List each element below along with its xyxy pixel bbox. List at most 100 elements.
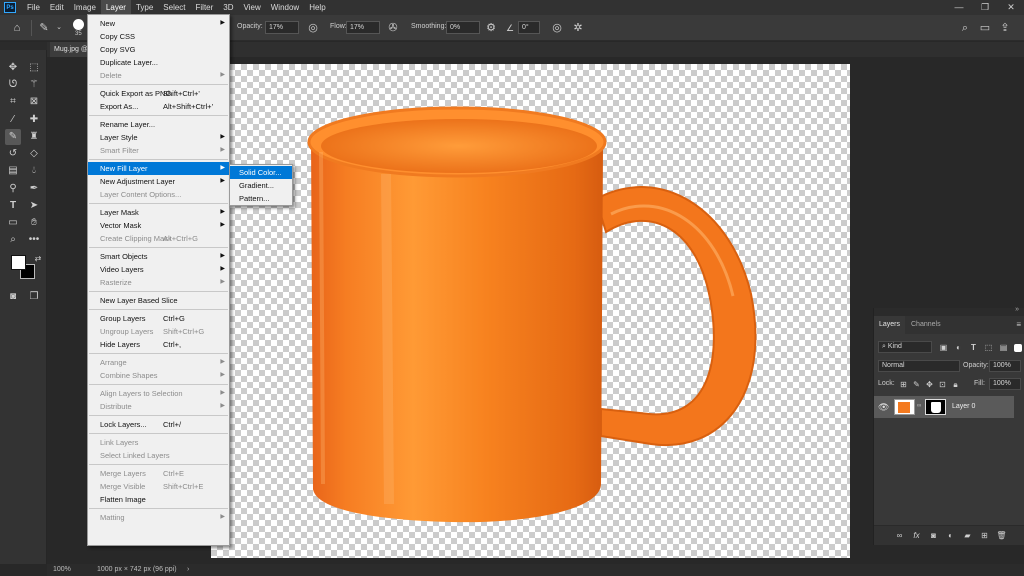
menu-item-smart-objects[interactable]: Smart Objects ▶ xyxy=(88,250,229,263)
lasso-tool-icon[interactable]: ᘎ xyxy=(5,77,21,93)
layer-thumbnail[interactable] xyxy=(894,399,915,415)
opacity-input[interactable]: 17% xyxy=(265,21,299,34)
menu-item-link-layers[interactable]: Link Layers xyxy=(88,436,229,449)
menu-item-vector-mask[interactable]: Vector Mask ▶ xyxy=(88,219,229,232)
close-icon[interactable]: ✕ xyxy=(998,0,1024,15)
history-brush-tool-icon[interactable]: ↺ xyxy=(5,146,21,162)
menu-item-matting[interactable]: Matting ▶ xyxy=(88,511,229,524)
menu-item-distribute[interactable]: Distribute ▶ xyxy=(88,400,229,413)
angle-input[interactable]: 0° xyxy=(518,21,540,34)
gradient-tool-icon[interactable]: ▤ xyxy=(5,163,21,179)
lock-all-icon[interactable]: 🔒︎ xyxy=(950,379,961,390)
menu-item-align-layers-to-selection[interactable]: Align Layers to Selection ▶ xyxy=(88,387,229,400)
menu-file[interactable]: File xyxy=(22,0,45,15)
hand-tool-icon[interactable]: ✋︎ xyxy=(26,215,42,231)
menu-item-layer-content-options[interactable]: Layer Content Options... xyxy=(88,188,229,201)
panel-menu-icon[interactable]: ≡ xyxy=(1016,320,1021,329)
eraser-tool-icon[interactable]: ◇ xyxy=(26,146,42,162)
menu-item-group-layers[interactable]: Group Layers Ctrl+G xyxy=(88,312,229,325)
submenu-item-pattern[interactable]: Pattern... xyxy=(230,192,292,205)
menu-item-new-adjustment-layer[interactable]: New Adjustment Layer ▶ xyxy=(88,175,229,188)
crop-tool-icon[interactable]: ⌗ xyxy=(5,94,21,110)
eyedropper-tool-icon[interactable]: ⁄ xyxy=(5,112,21,128)
tab-layers[interactable]: Layers xyxy=(874,316,906,334)
menu-item-merge-visible[interactable]: Merge Visible Shift+Ctrl+E xyxy=(88,480,229,493)
share-icon[interactable]: ⇪ xyxy=(998,21,1012,35)
visibility-eye-icon[interactable]: 👁︎ xyxy=(878,402,889,413)
mask-link-icon[interactable]: ∞ xyxy=(917,403,921,409)
menu-item-lock-layers[interactable]: Lock Layers... Ctrl+/ xyxy=(88,418,229,431)
menu-item-new[interactable]: New ▶ xyxy=(88,17,229,30)
add-mask-icon[interactable]: ◙ xyxy=(928,530,939,541)
lock-transparent-icon[interactable]: ⊞ xyxy=(898,379,909,390)
menu-item-copy-css[interactable]: Copy CSS xyxy=(88,30,229,43)
filter-type-icon[interactable]: T xyxy=(968,342,979,353)
type-tool-icon[interactable]: T xyxy=(5,198,21,214)
blur-tool-icon[interactable]: 💧︎ xyxy=(26,163,42,179)
menu-item-rasterize[interactable]: Rasterize ▶ xyxy=(88,276,229,289)
menu-item-combine-shapes[interactable]: Combine Shapes ▶ xyxy=(88,369,229,382)
menu-edit[interactable]: Edit xyxy=(45,0,69,15)
brush-tool-icon[interactable]: ✎ xyxy=(5,129,21,145)
minimize-icon[interactable]: — xyxy=(946,0,972,15)
delete-layer-icon[interactable]: 🗑︎ xyxy=(996,530,1007,541)
search-icon[interactable]: ⌕ xyxy=(958,21,972,35)
menu-help[interactable]: Help xyxy=(304,0,330,15)
menu-layer[interactable]: Layer xyxy=(100,0,131,15)
menu-filter[interactable]: Filter xyxy=(191,0,219,15)
menu-item-layer-mask[interactable]: Layer Mask ▶ xyxy=(88,206,229,219)
more-tools-icon[interactable]: ••• xyxy=(26,232,42,248)
rectangle-tool-icon[interactable]: ▭ xyxy=(5,215,21,231)
filter-pixel-icon[interactable]: ▣ xyxy=(938,342,949,353)
move-tool-icon[interactable]: ✥ xyxy=(5,60,21,76)
pen-tool-icon[interactable]: ✒ xyxy=(26,181,42,197)
layer-opacity-input[interactable]: 100% xyxy=(989,360,1021,372)
chevron-down-icon[interactable]: ⌄ xyxy=(52,21,66,35)
filter-adjustment-icon[interactable]: ◐ xyxy=(953,342,964,353)
menu-image[interactable]: Image xyxy=(69,0,101,15)
menu-item-new-fill-layer[interactable]: New Fill Layer ▶ xyxy=(88,162,229,175)
healing-brush-tool-icon[interactable]: ✚ xyxy=(26,112,42,128)
menu-item-quick-export-as-png[interactable]: Quick Export as PNG Shift+Ctrl+' xyxy=(88,87,229,100)
menu-item-delete[interactable]: Delete ▶ xyxy=(88,69,229,82)
layer-row[interactable]: 👁︎ ∞ Layer 0 xyxy=(874,396,1014,418)
menu-item-duplicate-layer[interactable]: Duplicate Layer... xyxy=(88,56,229,69)
menu-item-copy-svg[interactable]: Copy SVG xyxy=(88,43,229,56)
menu-item-arrange[interactable]: Arrange ▶ xyxy=(88,356,229,369)
link-layers-icon[interactable]: ∞ xyxy=(894,530,905,541)
swap-colors-icon[interactable]: ⇄ xyxy=(30,251,46,267)
dodge-tool-icon[interactable]: ⚲ xyxy=(5,181,21,197)
menu-item-merge-layers[interactable]: Merge Layers Ctrl+E xyxy=(88,467,229,480)
zoom-tool-icon[interactable]: ⌕ xyxy=(5,232,21,248)
menu-item-ungroup-layers[interactable]: Ungroup Layers Shift+Ctrl+G xyxy=(88,325,229,338)
submenu-item-solid-color[interactable]: Solid Color... xyxy=(230,166,292,179)
submenu-item-gradient[interactable]: Gradient... xyxy=(230,179,292,192)
smoothing-input[interactable]: 0% xyxy=(446,21,480,34)
foreground-color-swatch[interactable] xyxy=(11,255,26,270)
menu-item-video-layers[interactable]: Video Layers ▶ xyxy=(88,263,229,276)
fx-icon[interactable]: fx xyxy=(911,530,922,541)
menu-item-hide-layers[interactable]: Hide Layers Ctrl+, xyxy=(88,338,229,351)
screen-mode-icon[interactable]: ❐ xyxy=(26,289,42,305)
menu-type[interactable]: Type xyxy=(131,0,158,15)
layer-mask-thumbnail[interactable] xyxy=(925,399,946,415)
menu-item-export-as[interactable]: Export As... Alt+Shift+Ctrl+' xyxy=(88,100,229,113)
zoom-level[interactable]: 100% xyxy=(53,566,71,573)
filter-shape-icon[interactable]: ⬚ xyxy=(983,342,994,353)
filter-toggle-icon[interactable] xyxy=(1014,344,1022,352)
magic-wand-tool-icon[interactable]: ⚚ xyxy=(26,77,42,93)
menu-item-smart-filter[interactable]: Smart Filter ▶ xyxy=(88,144,229,157)
menu-item-select-linked-layers[interactable]: Select Linked Layers xyxy=(88,449,229,462)
adjustment-layer-icon[interactable]: ◐ xyxy=(945,530,956,541)
workspace-icon[interactable]: ▭ xyxy=(978,21,992,35)
restore-icon[interactable]: ❐ xyxy=(972,0,998,15)
document-canvas[interactable] xyxy=(211,64,850,558)
marquee-tool-icon[interactable]: ⬚ xyxy=(26,60,42,76)
menu-view[interactable]: View xyxy=(239,0,266,15)
quick-mask-icon[interactable]: ◙ xyxy=(5,289,21,305)
brush-tool-icon[interactable]: ✎ xyxy=(37,21,51,35)
menu-item-layer-style[interactable]: Layer Style ▶ xyxy=(88,131,229,144)
filter-kind-select[interactable]: ⌕ Kind xyxy=(878,341,932,353)
new-group-icon[interactable]: ▰ xyxy=(962,530,973,541)
gear-icon[interactable]: ⚙ xyxy=(484,21,498,35)
